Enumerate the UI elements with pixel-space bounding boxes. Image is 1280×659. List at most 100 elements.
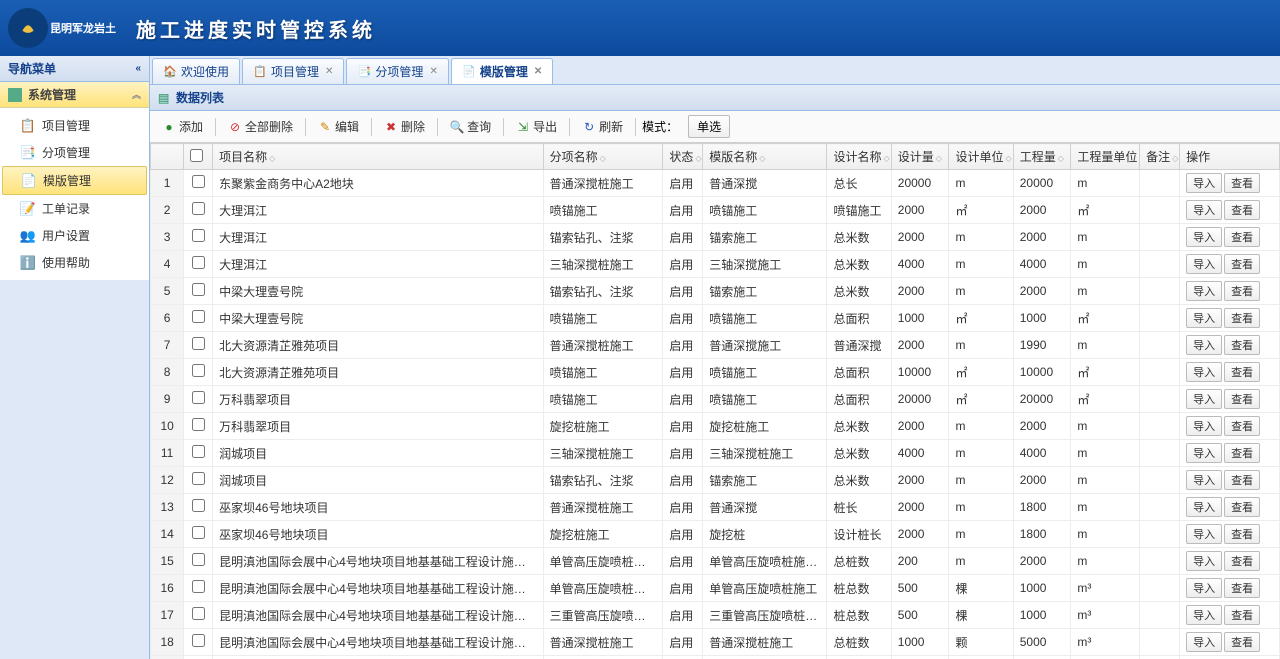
collapse-icon[interactable]: «	[135, 63, 141, 74]
sidebar-item-4[interactable]: 👥用户设置	[0, 222, 149, 249]
table-row[interactable]: 11润城项目三轴深搅桩施工启用三轴深搅桩施工总米数4000m4000m导入查看	[151, 440, 1280, 467]
delete-button[interactable]: ✖删除	[378, 116, 431, 137]
import-button[interactable]: 导入	[1186, 362, 1222, 382]
row-checkbox[interactable]	[192, 472, 205, 485]
view-button[interactable]: 查看	[1224, 416, 1260, 436]
view-button[interactable]: 查看	[1224, 254, 1260, 274]
tab-0[interactable]: 🏠欢迎使用	[152, 58, 240, 84]
view-button[interactable]: 查看	[1224, 227, 1260, 247]
import-button[interactable]: 导入	[1186, 173, 1222, 193]
sidebar-item-5[interactable]: ℹ️使用帮助	[0, 249, 149, 276]
row-checkbox[interactable]	[192, 391, 205, 404]
table-row[interactable]: 10万科翡翠项目旋挖桩施工启用旋挖桩施工总米数2000m2000m导入查看	[151, 413, 1280, 440]
col-design[interactable]: 设计名称◇	[827, 144, 891, 170]
import-button[interactable]: 导入	[1186, 470, 1222, 490]
col-work-qty[interactable]: 工程量◇	[1013, 144, 1071, 170]
col-project[interactable]: 项目名称◇	[213, 144, 543, 170]
view-button[interactable]: 查看	[1224, 281, 1260, 301]
table-row[interactable]: 1东聚紫金商务中心A2地块普通深搅桩施工启用普通深搅总长20000m20000m…	[151, 170, 1280, 197]
row-checkbox[interactable]	[192, 364, 205, 377]
sidebar-item-0[interactable]: 📋项目管理	[0, 112, 149, 139]
import-button[interactable]: 导入	[1186, 308, 1222, 328]
row-checkbox[interactable]	[192, 634, 205, 647]
close-icon[interactable]: ✕	[429, 66, 437, 77]
tab-3[interactable]: 📄模版管理✕	[451, 58, 553, 84]
sidebar-item-3[interactable]: 📝工单记录	[0, 195, 149, 222]
row-checkbox[interactable]	[192, 256, 205, 269]
table-row[interactable]: 8北大资源清芷雅苑项目喷锚施工启用喷锚施工总面积10000㎡10000㎡导入查看	[151, 359, 1280, 386]
table-row[interactable]: 12润城项目锚索钻孔、注浆启用锚索施工总米数2000m2000m导入查看	[151, 467, 1280, 494]
row-checkbox[interactable]	[192, 607, 205, 620]
import-button[interactable]: 导入	[1186, 200, 1222, 220]
table-row[interactable]: 7北大资源清芷雅苑项目普通深搅桩施工启用普通深搅施工普通深搅2000m1990m…	[151, 332, 1280, 359]
import-button[interactable]: 导入	[1186, 551, 1222, 571]
row-checkbox[interactable]	[192, 337, 205, 350]
row-checkbox[interactable]	[192, 499, 205, 512]
col-subitem[interactable]: 分项名称◇	[543, 144, 663, 170]
sidebar-section[interactable]: 系统管理 ︽	[0, 82, 149, 108]
mode-single-button[interactable]: 单选	[688, 115, 730, 138]
import-button[interactable]: 导入	[1186, 227, 1222, 247]
delete-all-button[interactable]: ⊘全部删除	[222, 116, 299, 137]
row-checkbox[interactable]	[192, 283, 205, 296]
tab-1[interactable]: 📋项目管理✕	[242, 58, 344, 84]
query-button[interactable]: 🔍查询	[444, 116, 497, 137]
view-button[interactable]: 查看	[1224, 308, 1260, 328]
import-button[interactable]: 导入	[1186, 632, 1222, 652]
view-button[interactable]: 查看	[1224, 524, 1260, 544]
import-button[interactable]: 导入	[1186, 389, 1222, 409]
import-button[interactable]: 导入	[1186, 524, 1222, 544]
view-button[interactable]: 查看	[1224, 389, 1260, 409]
import-button[interactable]: 导入	[1186, 281, 1222, 301]
table-row[interactable]: 6中梁大理壹号院喷锚施工启用喷锚施工总面积1000㎡1000㎡导入查看	[151, 305, 1280, 332]
view-button[interactable]: 查看	[1224, 470, 1260, 490]
table-row[interactable]: 4大理洱江三轴深搅桩施工启用三轴深搅施工总米数4000m4000m导入查看	[151, 251, 1280, 278]
table-row[interactable]: 2大理洱江喷锚施工启用喷锚施工喷锚施工2000㎡2000㎡导入查看	[151, 197, 1280, 224]
import-button[interactable]: 导入	[1186, 497, 1222, 517]
export-button[interactable]: ⇲导出	[510, 116, 563, 137]
view-button[interactable]: 查看	[1224, 605, 1260, 625]
import-button[interactable]: 导入	[1186, 578, 1222, 598]
col-status[interactable]: 状态◇	[663, 144, 703, 170]
row-checkbox[interactable]	[192, 175, 205, 188]
table-row[interactable]: 13巫家坝46号地块项目普通深搅桩施工启用普通深搅桩长2000m1800m导入查…	[151, 494, 1280, 521]
table-row[interactable]: 9万科翡翠项目喷锚施工启用喷锚施工总面积20000㎡20000㎡导入查看	[151, 386, 1280, 413]
col-template[interactable]: 模版名称◇	[703, 144, 827, 170]
sidebar-item-2[interactable]: 📄模版管理	[2, 166, 147, 195]
row-checkbox[interactable]	[192, 553, 205, 566]
view-button[interactable]: 查看	[1224, 497, 1260, 517]
view-button[interactable]: 查看	[1224, 362, 1260, 382]
import-button[interactable]: 导入	[1186, 443, 1222, 463]
view-button[interactable]: 查看	[1224, 551, 1260, 571]
check-all[interactable]	[190, 149, 203, 162]
view-button[interactable]: 查看	[1224, 200, 1260, 220]
row-checkbox[interactable]	[192, 580, 205, 593]
view-button[interactable]: 查看	[1224, 335, 1260, 355]
add-button[interactable]: ●添加	[156, 116, 209, 137]
col-checkbox[interactable]	[184, 144, 213, 170]
view-button[interactable]: 查看	[1224, 632, 1260, 652]
import-button[interactable]: 导入	[1186, 416, 1222, 436]
view-button[interactable]: 查看	[1224, 173, 1260, 193]
close-icon[interactable]: ✕	[325, 66, 333, 77]
refresh-button[interactable]: ↻刷新	[576, 116, 629, 137]
row-checkbox[interactable]	[192, 310, 205, 323]
row-checkbox[interactable]	[192, 202, 205, 215]
tab-2[interactable]: 📑分项管理✕	[346, 58, 448, 84]
table-row[interactable]: 16昆明滇池国际会展中心4号地块项目地基基础工程设计施工一体化单管高压旋喷桩施工…	[151, 575, 1280, 602]
table-row[interactable]: 18昆明滇池国际会展中心4号地块项目地基基础工程设计施工一体化普通深搅桩施工启用…	[151, 629, 1280, 656]
row-checkbox[interactable]	[192, 418, 205, 431]
row-checkbox[interactable]	[192, 229, 205, 242]
col-remark[interactable]: 备注◇	[1140, 144, 1180, 170]
view-button[interactable]: 查看	[1224, 443, 1260, 463]
table-row[interactable]: 14巫家坝46号地块项目旋挖桩施工启用旋挖桩设计桩长2000m1800m导入查看	[151, 521, 1280, 548]
table-row[interactable]: 19昆明滇池国际会展中心4号地块项目地基基础工程设计施工一体化喷锚施工启用喷锚施…	[151, 656, 1280, 659]
col-design-unit[interactable]: 设计单位◇	[949, 144, 1013, 170]
col-work-unit[interactable]: 工程量单位◇	[1071, 144, 1140, 170]
table-row[interactable]: 3大理洱江锚索钻孔、注浆启用锚索施工总米数2000m2000m导入查看	[151, 224, 1280, 251]
col-design-qty[interactable]: 设计量◇	[891, 144, 949, 170]
table-row[interactable]: 5中梁大理壹号院锚索钻孔、注浆启用锚索施工总米数2000m2000m导入查看	[151, 278, 1280, 305]
sidebar-item-1[interactable]: 📑分项管理	[0, 139, 149, 166]
view-button[interactable]: 查看	[1224, 578, 1260, 598]
import-button[interactable]: 导入	[1186, 335, 1222, 355]
